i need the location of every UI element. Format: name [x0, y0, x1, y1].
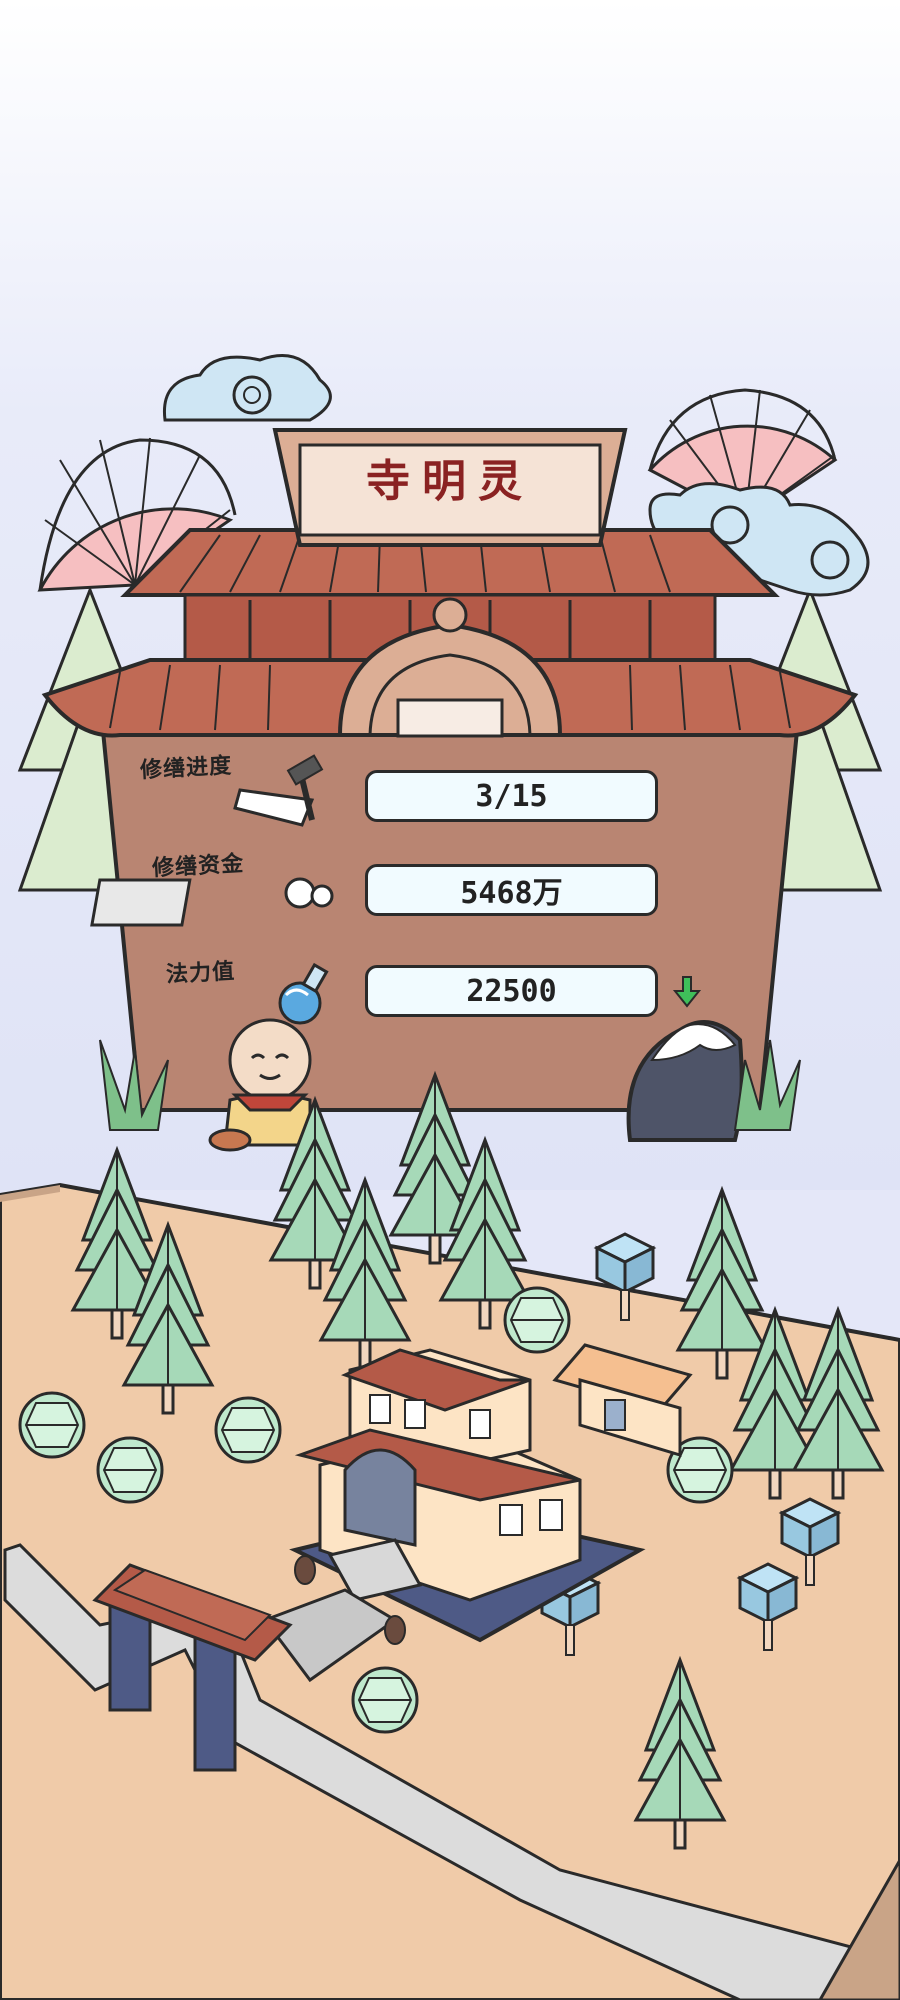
repair-progress-label: 修缮进度	[139, 753, 233, 784]
repair-progress-value: 3/15	[365, 770, 658, 822]
jade-bush	[503, 1286, 571, 1354]
temple-name-sign: 寺明灵	[366, 456, 534, 507]
jade-bush	[214, 1396, 282, 1464]
temple-plaque-small	[396, 698, 504, 738]
pine-tree	[676, 1188, 768, 1380]
repair-funds-label: 修缮资金	[151, 851, 245, 882]
jade-bush	[96, 1436, 164, 1504]
green-down-arrow-icon[interactable]	[672, 975, 702, 1009]
mana-label: 法力值	[165, 959, 236, 988]
jade-bush	[18, 1391, 86, 1459]
jade-bush	[351, 1666, 419, 1734]
mana-value: 22500	[365, 965, 658, 1017]
repair-funds-value: 5468万	[365, 864, 658, 916]
